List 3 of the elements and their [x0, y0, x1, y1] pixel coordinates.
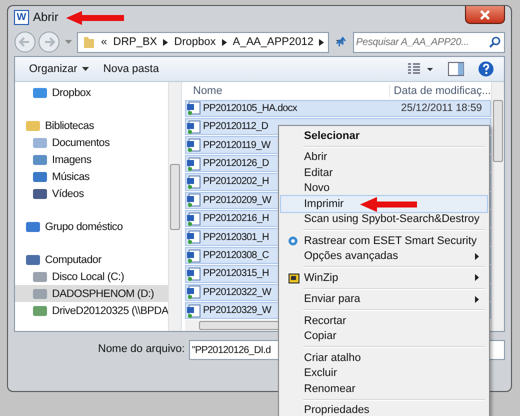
- window-title: Abrir: [33, 10, 58, 24]
- filename-label: Nome do arquivo:: [98, 343, 185, 355]
- app-icon: W: [14, 10, 29, 24]
